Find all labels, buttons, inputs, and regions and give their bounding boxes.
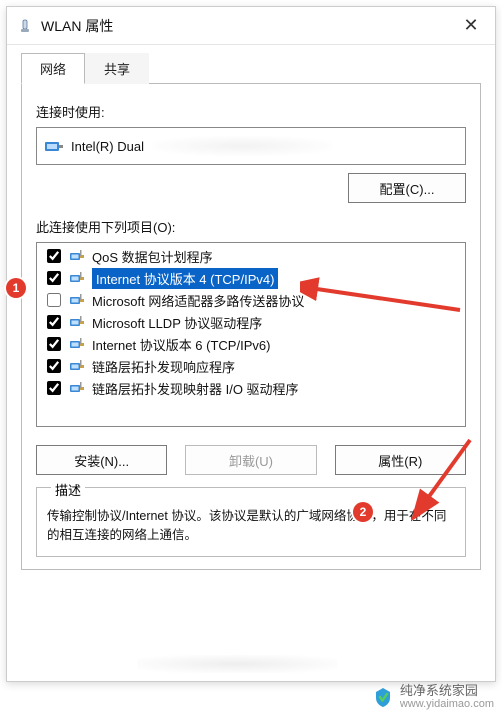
item-label: Internet 协议版本 6 (TCP/IPv6) — [92, 335, 270, 354]
item-buttons: 安装(N)... 卸载(U) 属性(R) — [36, 445, 466, 475]
adapter-name: Intel(R) Dual — [71, 139, 144, 154]
item-label: 链路层拓扑发现响应程序 — [92, 357, 235, 376]
description-text: 传输控制协议/Internet 协议。该协议是默认的广域网络协议，用于在不同的相… — [47, 507, 455, 546]
adapter-icon — [45, 139, 63, 153]
configure-button[interactable]: 配置(C)... — [348, 173, 466, 203]
item-checkbox[interactable] — [47, 359, 61, 373]
properties-button[interactable]: 属性(R) — [335, 445, 466, 475]
protocol-icon — [70, 360, 86, 372]
watermark-logo-icon — [372, 686, 394, 708]
tab-strip: 网络 共享 — [7, 45, 495, 83]
list-item[interactable]: QoS 数据包计划程序 — [39, 245, 463, 267]
list-item[interactable]: Microsoft 网络适配器多路传送器协议 — [39, 289, 463, 311]
item-checkbox[interactable] — [47, 293, 61, 307]
connection-items-list[interactable]: QoS 数据包计划程序 Internet 协议版本 4 (TCP/IPv4) Mic… — [36, 242, 466, 427]
tab-sharing[interactable]: 共享 — [85, 53, 149, 84]
window-title: WLAN 属性 — [41, 16, 451, 36]
wlan-icon — [17, 18, 33, 34]
item-label: 链路层拓扑发现映射器 I/O 驱动程序 — [92, 379, 299, 398]
redacted-smudge — [152, 136, 332, 156]
connect-using-label: 连接时使用: — [36, 102, 466, 121]
install-button[interactable]: 安装(N)... — [36, 445, 167, 475]
close-button[interactable]: ✕ — [451, 8, 491, 44]
list-item[interactable]: Internet 协议版本 6 (TCP/IPv6) — [39, 333, 463, 355]
protocol-icon — [70, 382, 86, 394]
properties-window: WLAN 属性 ✕ 网络 共享 连接时使用: Intel(R) Dual 配置(… — [6, 6, 496, 682]
protocol-icon — [70, 316, 86, 328]
tab-panel-network: 连接时使用: Intel(R) Dual 配置(C)... 此连接使用下列项目(… — [21, 83, 481, 570]
adapter-box: Intel(R) Dual — [36, 127, 466, 165]
uninstall-button: 卸载(U) — [185, 445, 316, 475]
item-label: Internet 协议版本 4 (TCP/IPv4) — [92, 268, 278, 289]
item-checkbox[interactable] — [47, 381, 61, 395]
item-label: Microsoft 网络适配器多路传送器协议 — [92, 291, 304, 310]
list-item[interactable]: Internet 协议版本 4 (TCP/IPv4) — [39, 267, 463, 289]
protocol-icon — [70, 250, 86, 262]
watermark: 纯净系统家园 www.yidaimao.com — [372, 684, 494, 710]
list-item[interactable]: 链路层拓扑发现响应程序 — [39, 355, 463, 377]
item-checkbox[interactable] — [47, 315, 61, 329]
items-label: 此连接使用下列项目(O): — [36, 217, 466, 236]
protocol-icon — [70, 272, 86, 284]
item-checkbox[interactable] — [47, 249, 61, 263]
list-item[interactable]: Microsoft LLDP 协议驱动程序 — [39, 311, 463, 333]
description-group: 描述 传输控制协议/Internet 协议。该协议是默认的广域网络协议，用于在不… — [36, 487, 466, 557]
watermark-url: www.yidaimao.com — [400, 698, 494, 710]
protocol-icon — [70, 338, 86, 350]
item-label: Microsoft LLDP 协议驱动程序 — [92, 313, 262, 332]
redacted-smudge — [137, 655, 337, 673]
tab-network[interactable]: 网络 — [21, 53, 85, 84]
watermark-brand: 纯净系统家园 — [400, 684, 494, 698]
titlebar: WLAN 属性 ✕ — [7, 7, 495, 45]
list-item[interactable]: 链路层拓扑发现映射器 I/O 驱动程序 — [39, 377, 463, 399]
item-checkbox[interactable] — [47, 337, 61, 351]
protocol-icon — [70, 294, 86, 306]
item-checkbox[interactable] — [47, 271, 61, 285]
description-heading: 描述 — [51, 480, 85, 499]
item-label: QoS 数据包计划程序 — [92, 247, 213, 266]
